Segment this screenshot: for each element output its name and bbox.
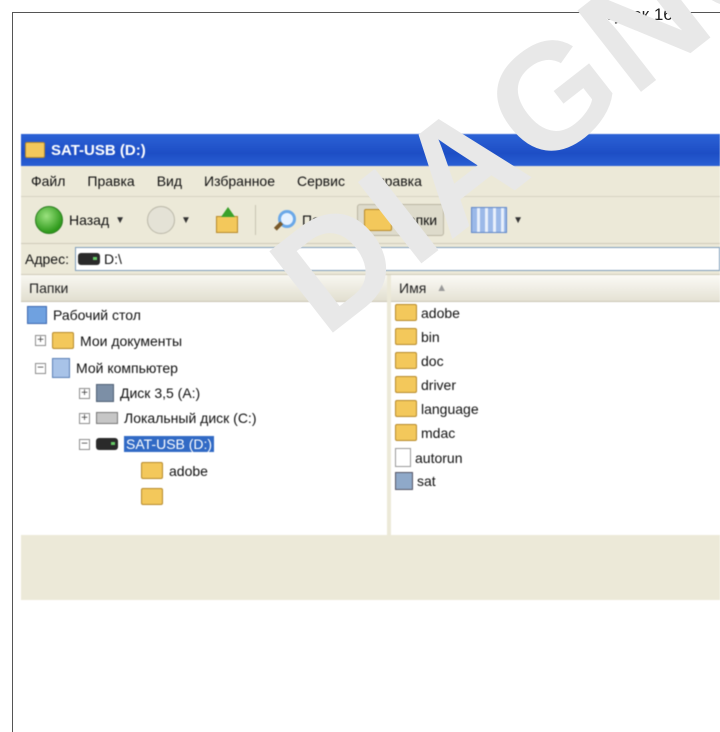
menu-help[interactable]: Справка [367, 173, 422, 189]
back-button[interactable]: Назад ▼ [29, 202, 131, 238]
content-panes: Папки ✕ Рабочий стол + Мои документы − М… [21, 275, 720, 535]
list-item[interactable]: bin [395, 328, 440, 345]
toolbar-separator [254, 205, 256, 235]
views-button[interactable]: ▼ [465, 203, 529, 237]
expand-icon[interactable]: + [35, 335, 46, 346]
window-title: SAT-USB (D:) [51, 141, 146, 159]
file-name: doc [421, 352, 444, 369]
folders-pane-header: Папки ✕ [21, 275, 387, 302]
menu-edit[interactable]: Правка [87, 173, 134, 189]
tree-item-label: Диск 3,5 (A:) [120, 385, 201, 401]
search-icon [272, 208, 296, 232]
menu-favorites[interactable]: Избранное [204, 173, 275, 189]
close-icon[interactable]: ✕ [366, 278, 379, 298]
search-label: Поиск [301, 212, 341, 228]
views-icon [471, 207, 508, 233]
toolbar: Назад ▼ ▼ Поиск Папки ▼ [21, 197, 720, 244]
folders-button[interactable]: Папки [356, 204, 445, 236]
folder-icon [395, 424, 417, 441]
file-icon [395, 448, 411, 467]
folder-icon [141, 462, 163, 479]
file-name: sat [417, 473, 436, 489]
tree-item-label: SAT-USB (D:) [124, 436, 215, 452]
folder-icon [395, 376, 417, 393]
folder-icon [395, 352, 417, 369]
folders-pane: Папки ✕ Рабочий стол + Мои документы − М… [21, 275, 391, 535]
file-name: language [421, 400, 479, 417]
figure-caption: Рисунок 16- [581, 5, 679, 25]
search-button[interactable]: Поиск [266, 204, 347, 236]
up-button[interactable] [207, 203, 245, 237]
usb-drive-icon [96, 438, 118, 450]
name-column-label: Имя [399, 280, 427, 296]
tree-item-label: Локальный диск (C:) [124, 410, 257, 426]
tree-item-label: Мои документы [80, 332, 183, 349]
folder-icon [395, 400, 417, 417]
list-item[interactable]: autorun [395, 448, 462, 467]
sort-ascending-icon: ▲ [436, 282, 448, 294]
tree-item-desktop[interactable]: Рабочий стол [27, 306, 141, 324]
menu-view[interactable]: Вид [157, 173, 182, 189]
file-name: driver [421, 376, 457, 393]
folders-icon [363, 209, 392, 231]
file-list-pane: Имя ▲ adobe bin doc driver language mdac… [391, 275, 720, 535]
file-name: bin [421, 328, 440, 345]
address-value: D:\ [103, 251, 122, 267]
folder-icon [52, 332, 74, 349]
tree-item-label: adobe [169, 462, 208, 479]
menu-bar: Файл Правка Вид Избранное Сервис Справка [21, 166, 720, 197]
folders-pane-title: Папки [29, 280, 69, 296]
title-bar[interactable]: SAT-USB (D:) [21, 134, 720, 166]
tree-item-partial[interactable] [141, 488, 163, 505]
forward-button[interactable]: ▼ [141, 202, 197, 238]
list-item[interactable]: driver [395, 376, 456, 393]
expand-icon[interactable]: + [79, 412, 90, 424]
tree-item-label: Рабочий стол [53, 307, 141, 323]
address-bar: Адрес: D:\ [21, 244, 720, 275]
tree-item-sat-usb[interactable]: − SAT-USB (D:) [79, 436, 215, 452]
tree-item-label: Мой компьютер [76, 360, 178, 376]
usb-drive-icon [77, 253, 100, 265]
collapse-icon[interactable]: − [79, 438, 90, 450]
list-item[interactable]: adobe [395, 304, 460, 321]
tree-item-floppy[interactable]: + Диск 3,5 (A:) [79, 384, 200, 402]
list-item[interactable]: language [395, 400, 479, 417]
hard-drive-icon [96, 412, 118, 424]
exe-icon [395, 472, 413, 490]
list-item[interactable]: mdac [395, 424, 455, 441]
chevron-down-icon[interactable]: ▼ [115, 215, 125, 226]
file-name: autorun [415, 449, 463, 466]
address-label: Адрес: [25, 251, 69, 267]
name-column-header[interactable]: Имя ▲ [391, 275, 720, 302]
computer-icon [52, 358, 70, 378]
toolbar-separator [454, 205, 456, 235]
back-arrow-icon [35, 206, 63, 234]
file-name: mdac [421, 424, 456, 441]
folder-up-icon [213, 207, 239, 233]
folder-icon [395, 304, 417, 321]
back-label: Назад [69, 212, 110, 228]
folder-icon [25, 142, 45, 158]
file-name: adobe [421, 304, 460, 321]
menu-file[interactable]: Файл [31, 173, 65, 189]
tree-item-my-computer[interactable]: − Мой компьютер [35, 358, 178, 378]
folder-icon [141, 488, 163, 505]
chevron-down-icon[interactable]: ▼ [513, 215, 523, 226]
menu-tools[interactable]: Сервис [297, 173, 345, 189]
folders-label: Папки [397, 212, 438, 228]
forward-arrow-icon [147, 206, 176, 234]
tree-item-adobe[interactable]: adobe [141, 462, 208, 479]
explorer-window: SAT-USB (D:) Файл Правка Вид Избранное С… [21, 134, 720, 600]
list-item[interactable]: doc [395, 352, 444, 369]
chevron-down-icon[interactable]: ▼ [181, 215, 191, 226]
floppy-icon [96, 384, 114, 402]
list-item[interactable]: sat [395, 472, 436, 490]
tree-item-my-documents[interactable]: + Мои документы [35, 332, 182, 349]
address-field[interactable]: D:\ [74, 247, 720, 271]
desktop-icon [27, 306, 47, 324]
tree-item-local-disk[interactable]: + Локальный диск (C:) [79, 410, 257, 426]
expand-icon[interactable]: + [79, 387, 90, 399]
folder-icon [395, 328, 417, 345]
collapse-icon[interactable]: − [35, 362, 46, 374]
